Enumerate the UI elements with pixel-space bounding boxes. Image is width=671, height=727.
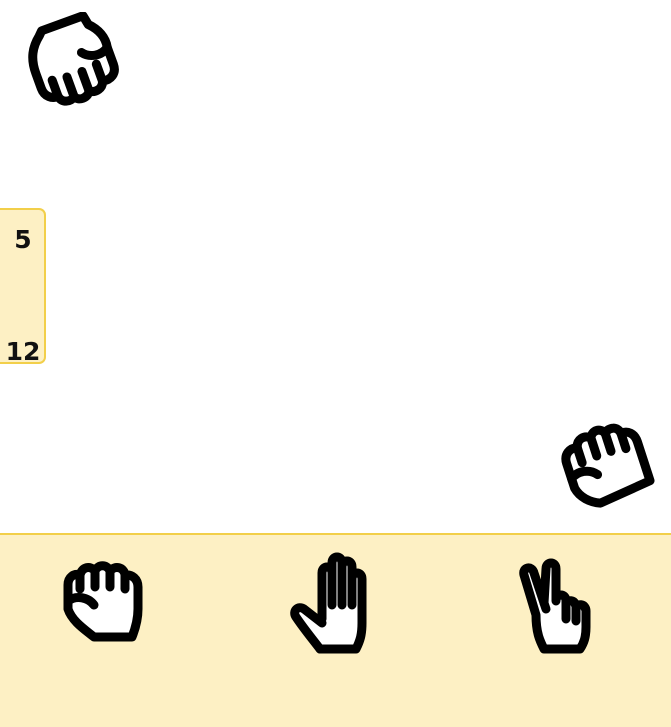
scissors-hand-icon [519,558,591,654]
score-panel: 5 12 [0,208,46,364]
rock-choice-button[interactable] [58,549,168,659]
player-score: 12 [5,337,41,366]
paper-choice-button[interactable] [282,549,392,659]
opponent-rock-fist-icon [14,12,126,112]
player-rock-fist-icon [548,410,660,514]
opponent-score: 5 [14,225,32,254]
rock-hand-icon [63,561,143,642]
paper-hand-icon [290,552,367,654]
scissors-choice-button[interactable] [506,549,616,659]
choice-tray [0,533,671,727]
game-arena: 5 12 [0,0,671,533]
